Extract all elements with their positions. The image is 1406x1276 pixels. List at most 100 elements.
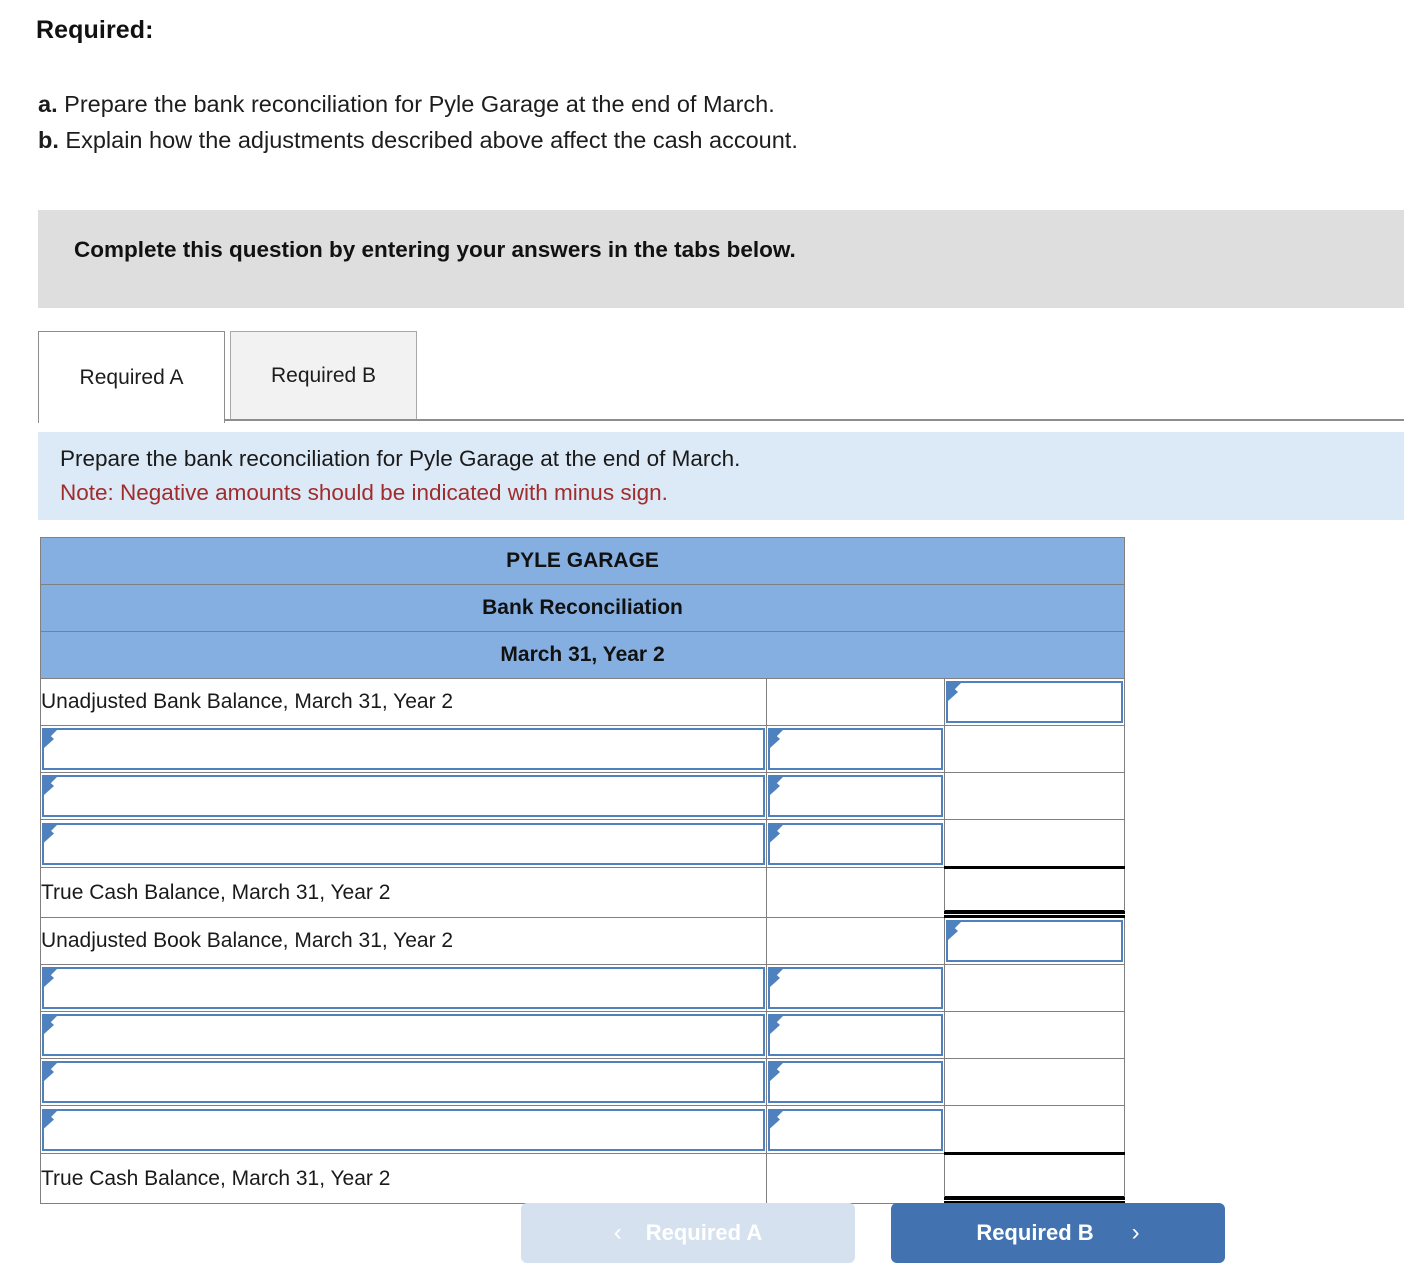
worksheet-row-amount: [943, 866, 1126, 918]
complete-question-bar: Complete this question by entering your …: [38, 210, 1404, 308]
note-panel: Prepare the bank reconciliation for Pyle…: [38, 432, 1404, 520]
worksheet-input-wrapper: [767, 1060, 944, 1104]
tab-required-b-label: Required B: [270, 363, 377, 387]
worksheet-title-statement: Bank Reconciliation: [39, 584, 1126, 632]
required-b-next-button[interactable]: Required B ›: [891, 1203, 1225, 1263]
worksheet-input-wrapper: [767, 1108, 944, 1152]
complete-question-text: Complete this question by entering your …: [74, 237, 796, 262]
worksheet-text-input[interactable]: [42, 822, 765, 865]
worksheet-header-row: Bank Reconciliation: [39, 584, 1126, 632]
worksheet-row: True Cash Balance, March 31, Year 2: [40, 866, 1126, 918]
worksheet-input-cell[interactable]: [766, 1058, 945, 1106]
worksheet-text-input[interactable]: [768, 728, 943, 770]
worksheet-text-input[interactable]: [946, 681, 1124, 723]
worksheet-row-amount: [943, 1152, 1126, 1204]
worksheet-row: [40, 1011, 1126, 1059]
required-item-b: b. Explain how the adjustments described…: [38, 122, 798, 158]
worksheet-text-input[interactable]: [768, 822, 943, 865]
worksheet-body: PYLE GARAGE Bank Reconciliation March 31…: [39, 537, 1126, 1204]
worksheet-row-amount: [943, 819, 1126, 868]
worksheet-input-wrapper: [767, 966, 944, 1010]
tab-required-a[interactable]: Required A: [38, 331, 225, 423]
worksheet-input-wrapper: [945, 680, 1124, 724]
worksheet-row-description-text: Unadjusted Book Balance, March 31, Year …: [41, 929, 454, 952]
worksheet-input-cell[interactable]: [40, 1105, 767, 1154]
worksheet-title-date: March 31, Year 2: [39, 631, 1126, 679]
worksheet-input-wrapper: [945, 919, 1124, 963]
worksheet-row-amount: [943, 1058, 1126, 1106]
worksheet-input-cell[interactable]: [40, 772, 767, 820]
worksheet-text-input[interactable]: [42, 967, 765, 1009]
required-item-a: a. Prepare the bank reconciliation for P…: [38, 86, 798, 122]
worksheet-input-wrapper: [41, 727, 766, 771]
worksheet-text-input[interactable]: [42, 728, 765, 770]
worksheet-header-row: PYLE GARAGE: [39, 537, 1126, 585]
worksheet-input-cell[interactable]: [766, 1011, 945, 1059]
worksheet-row-description: Unadjusted Book Balance, March 31, Year …: [40, 917, 767, 965]
note-panel-instruction: Prepare the bank reconciliation for Pyle…: [60, 446, 741, 471]
worksheet-row-middle: [766, 867, 945, 918]
worksheet-input-cell[interactable]: [766, 1105, 945, 1154]
worksheet-text-input[interactable]: [768, 1014, 943, 1056]
wizard-nav: ‹ Required A Required B ›: [0, 1203, 1406, 1265]
worksheet-text-input[interactable]: [768, 967, 943, 1009]
worksheet-title-company: PYLE GARAGE: [39, 537, 1126, 585]
bank-reconciliation-worksheet: PYLE GARAGE Bank Reconciliation March 31…: [39, 537, 1126, 1204]
worksheet-input-cell[interactable]: [943, 678, 1126, 726]
required-a-prev-button[interactable]: ‹ Required A: [521, 1203, 855, 1263]
note-panel-note: Note: Negative amounts should be indicat…: [60, 480, 668, 505]
chevron-left-icon: ‹: [613, 1219, 622, 1246]
chevron-right-icon: ›: [1131, 1219, 1140, 1246]
worksheet-input-wrapper: [767, 1013, 944, 1057]
required-item-a-label: a.: [38, 91, 58, 117]
worksheet-input-cell[interactable]: [40, 725, 767, 773]
worksheet-input-wrapper: [767, 727, 944, 771]
required-items: a. Prepare the bank reconciliation for P…: [38, 86, 798, 158]
worksheet-input-wrapper: [41, 822, 766, 866]
worksheet-row-description-text: True Cash Balance, March 31, Year 2: [41, 880, 391, 904]
worksheet-input-cell[interactable]: [40, 964, 767, 1012]
worksheet-text-input[interactable]: [768, 775, 943, 817]
worksheet-row: Unadjusted Book Balance, March 31, Year …: [40, 917, 1126, 965]
worksheet-text-input[interactable]: [946, 920, 1124, 962]
worksheet-header-row: March 31, Year 2: [39, 631, 1126, 679]
required-a-prev-label: Required A: [645, 1220, 763, 1245]
worksheet-input-wrapper: [41, 1013, 766, 1057]
worksheet-input-cell[interactable]: [766, 772, 945, 820]
worksheet-input-cell[interactable]: [766, 725, 945, 773]
total-double-underline: [944, 911, 1126, 918]
worksheet-row-description: Unadjusted Bank Balance, March 31, Year …: [40, 678, 767, 726]
worksheet-row-description-text: Unadjusted Bank Balance, March 31, Year …: [41, 690, 454, 713]
worksheet-row-middle: [766, 1153, 945, 1204]
worksheet-input-wrapper: [41, 1060, 766, 1104]
worksheet-input-cell[interactable]: [40, 1058, 767, 1106]
worksheet-row-description: True Cash Balance, March 31, Year 2: [40, 1153, 767, 1204]
worksheet-input-cell[interactable]: [40, 819, 767, 868]
worksheet-text-input[interactable]: [768, 1108, 943, 1151]
worksheet-input-wrapper: [767, 822, 944, 866]
worksheet-row-amount: [943, 964, 1126, 1012]
worksheet-row-description: True Cash Balance, March 31, Year 2: [40, 867, 767, 918]
tab-required-a-label: Required A: [79, 365, 184, 389]
required-item-b-text: Explain how the adjustments described ab…: [65, 127, 798, 153]
tab-required-b[interactable]: Required B: [230, 331, 417, 420]
worksheet-input-wrapper: [41, 1108, 766, 1152]
worksheet-row: [40, 725, 1126, 773]
worksheet-input-wrapper: [41, 966, 766, 1010]
required-heading: Required:: [36, 16, 154, 44]
worksheet-text-input[interactable]: [42, 1108, 765, 1151]
worksheet-row-middle: [766, 917, 945, 965]
worksheet-input-cell[interactable]: [40, 1011, 767, 1059]
worksheet-text-input[interactable]: [42, 1014, 765, 1056]
worksheet-row-middle: [766, 678, 945, 726]
worksheet-input-cell[interactable]: [943, 917, 1126, 965]
worksheet-row: [40, 1058, 1126, 1106]
worksheet-text-input[interactable]: [42, 775, 765, 817]
worksheet-row: Unadjusted Bank Balance, March 31, Year …: [40, 678, 1126, 726]
worksheet-row-amount: [943, 772, 1126, 820]
worksheet-row-amount: [943, 725, 1126, 773]
worksheet-input-cell[interactable]: [766, 819, 945, 868]
worksheet-text-input[interactable]: [768, 1061, 943, 1103]
worksheet-input-cell[interactable]: [766, 964, 945, 1012]
worksheet-text-input[interactable]: [42, 1061, 765, 1103]
